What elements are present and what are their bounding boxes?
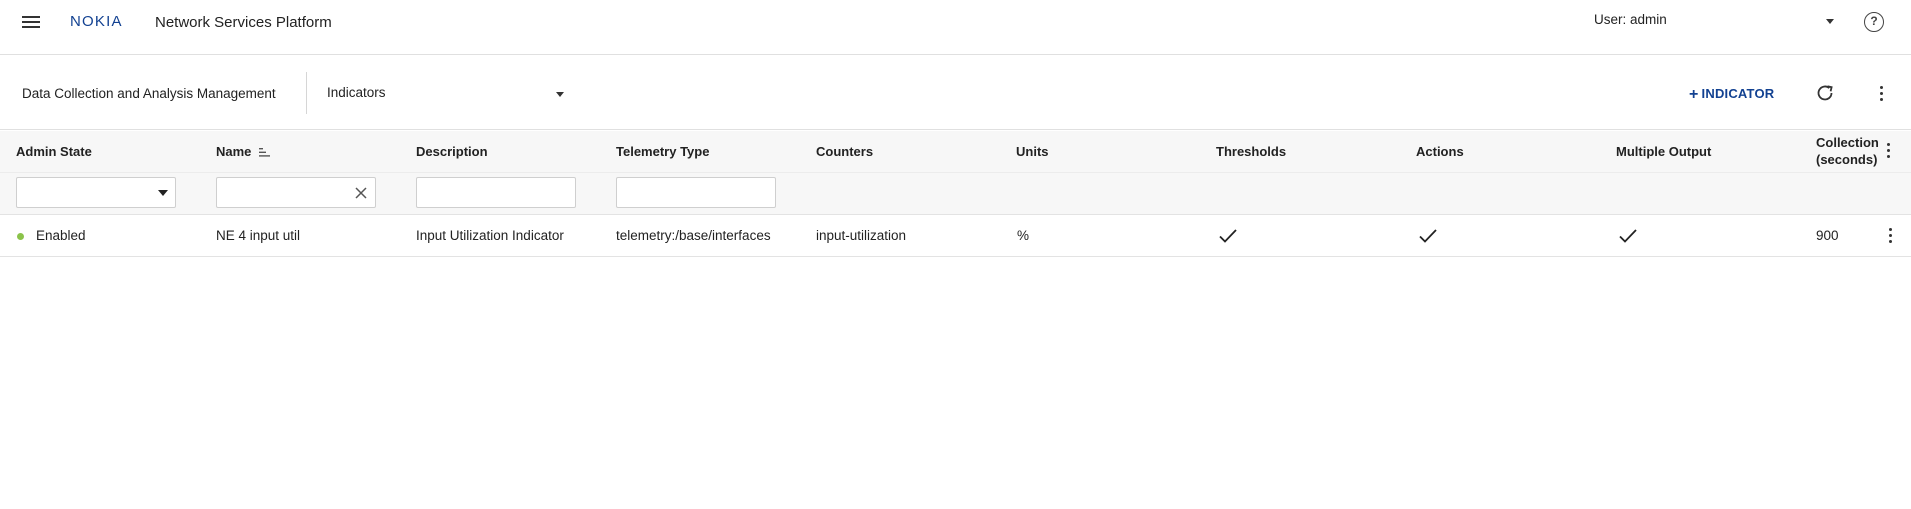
status-dot-icon bbox=[17, 233, 24, 240]
checkmark-icon bbox=[1619, 229, 1637, 243]
column-header-collection-line2: (seconds) bbox=[1816, 152, 1878, 167]
nokia-logo: NOKIA bbox=[70, 13, 123, 30]
cell-admin-state: Enabled bbox=[36, 228, 86, 243]
column-options-icon[interactable] bbox=[1885, 143, 1891, 161]
refresh-icon[interactable] bbox=[1814, 82, 1836, 104]
view-select[interactable]: Indicators bbox=[327, 85, 567, 105]
checkmark-icon bbox=[1219, 229, 1237, 243]
plus-icon: + bbox=[1689, 86, 1699, 103]
column-header-units[interactable]: Units bbox=[1016, 144, 1049, 159]
admin-state-filter[interactable] bbox=[16, 177, 176, 208]
add-indicator-label: INDICATOR bbox=[1701, 86, 1775, 101]
help-icon[interactable]: ? bbox=[1864, 12, 1884, 32]
column-header-collection[interactable]: Collection (seconds) bbox=[1816, 134, 1880, 168]
table-header: Admin State Name Description Telemetry T… bbox=[0, 131, 1911, 173]
column-header-thresholds[interactable]: Thresholds bbox=[1216, 144, 1286, 159]
column-header-description[interactable]: Description bbox=[416, 144, 488, 159]
checkmark-icon bbox=[1419, 229, 1437, 243]
sort-icon[interactable] bbox=[259, 148, 271, 157]
description-filter[interactable] bbox=[416, 177, 576, 208]
toolbar-divider bbox=[306, 72, 307, 114]
app-title: Network Services Platform bbox=[155, 14, 332, 31]
cell-collection: 900 bbox=[1816, 228, 1839, 243]
column-header-collection-line1: Collection bbox=[1816, 135, 1879, 150]
breadcrumb[interactable]: Data Collection and Analysis Management bbox=[22, 86, 276, 101]
column-header-name[interactable]: Name bbox=[216, 144, 271, 159]
top-bar: NOKIA Network Services Platform User: ad… bbox=[0, 0, 1911, 55]
clear-icon[interactable] bbox=[354, 186, 368, 200]
column-header-telemetry-type[interactable]: Telemetry Type bbox=[616, 144, 709, 159]
user-menu[interactable]: User: admin bbox=[1594, 12, 1834, 32]
row-options-icon[interactable] bbox=[1887, 228, 1893, 246]
page-toolbar: Data Collection and Analysis Management … bbox=[0, 56, 1911, 130]
chevron-down-icon bbox=[1826, 19, 1834, 24]
table-row[interactable]: Enabled NE 4 input util Input Utilizatio… bbox=[0, 215, 1911, 257]
add-indicator-button[interactable]: + INDICATOR bbox=[1689, 85, 1774, 103]
cell-counters: input-utilization bbox=[816, 228, 907, 243]
cell-telemetry-type: telemetry:/base/interfaces bbox=[616, 228, 771, 243]
telemetry-type-filter[interactable] bbox=[616, 177, 776, 208]
cell-name: NE 4 input util bbox=[216, 228, 301, 243]
svg-text:NOKIA: NOKIA bbox=[70, 13, 123, 30]
user-label: User: admin bbox=[1594, 12, 1667, 27]
column-header-counters[interactable]: Counters bbox=[816, 144, 873, 159]
menu-icon[interactable] bbox=[22, 16, 40, 30]
view-select-value: Indicators bbox=[327, 85, 386, 100]
chevron-down-icon bbox=[158, 190, 168, 196]
column-header-actions[interactable]: Actions bbox=[1416, 144, 1464, 159]
cell-units: % bbox=[1017, 228, 1030, 243]
more-options-icon[interactable] bbox=[1878, 86, 1884, 104]
column-header-admin-state[interactable]: Admin State bbox=[16, 144, 92, 159]
column-header-multiple-output[interactable]: Multiple Output bbox=[1616, 144, 1711, 159]
cell-description: Input Utilization Indicator bbox=[416, 228, 564, 243]
chevron-down-icon bbox=[556, 92, 564, 97]
name-filter[interactable] bbox=[216, 177, 376, 208]
filter-row bbox=[0, 173, 1911, 215]
column-header-name-label: Name bbox=[216, 144, 252, 159]
